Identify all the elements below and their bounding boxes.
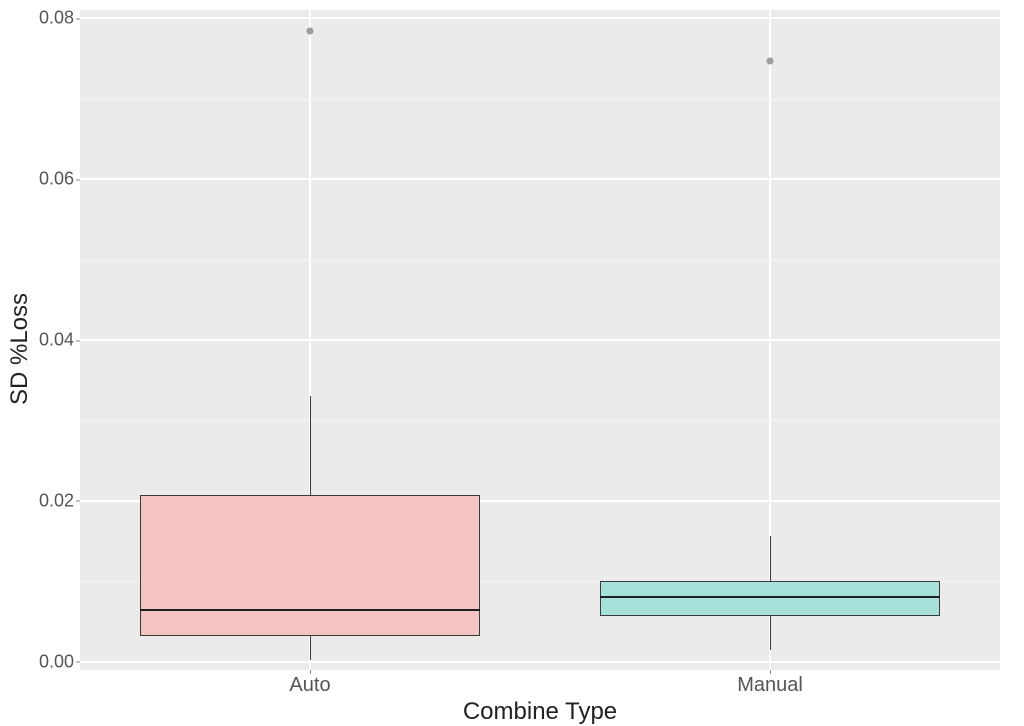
box-manual	[600, 581, 940, 616]
y-tick-label: 0.00	[14, 651, 74, 672]
y-tick-label: 0.04	[14, 330, 74, 351]
plot-panel	[80, 10, 1000, 670]
x-tick-label: Manual	[737, 674, 803, 697]
x-axis-title: Combine Type	[80, 698, 1000, 726]
median-line	[600, 596, 940, 598]
box-auto	[140, 495, 480, 637]
boxplot-chart: SD %Loss 0.000.020.040.060.08 AutoManual…	[0, 0, 1024, 726]
outlier-point	[767, 57, 774, 64]
x-tick-label: Auto	[289, 674, 330, 697]
y-tick-label: 0.08	[14, 8, 74, 29]
median-line	[140, 609, 480, 611]
y-tick-label: 0.02	[14, 490, 74, 511]
y-tick-label: 0.06	[14, 169, 74, 190]
outlier-point	[307, 27, 314, 34]
